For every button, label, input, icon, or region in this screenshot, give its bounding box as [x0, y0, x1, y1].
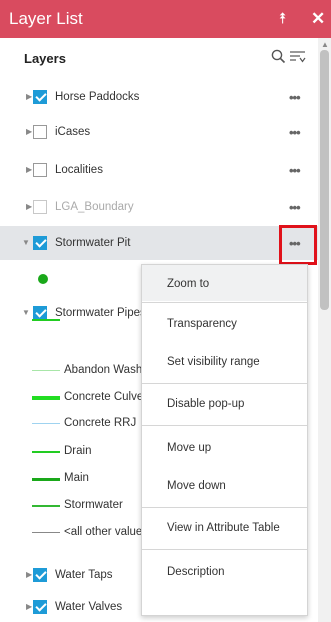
layer-name: Horse Paddocks [55, 91, 140, 103]
menu-divider [142, 549, 307, 550]
layer-checkbox[interactable] [33, 163, 47, 177]
menu-item-transparency[interactable]: Transparency [142, 309, 307, 339]
legend-label: Main [64, 472, 89, 484]
highlight-box [279, 225, 317, 265]
menu-item-move-down[interactable]: Move down [142, 471, 307, 501]
menu-divider [142, 425, 307, 426]
layer-checkbox[interactable] [33, 200, 47, 214]
more-options-icon[interactable]: ••• [289, 90, 301, 105]
layer-checkbox[interactable] [33, 125, 47, 139]
legend-item: Drain [32, 443, 142, 461]
caret-right-icon[interactable]: ▶ [26, 570, 32, 579]
caret-down-icon[interactable]: ▼ [22, 238, 30, 247]
legend-item: Main [32, 470, 142, 488]
layer-row[interactable]: ▶ iCases ••• [0, 117, 318, 147]
more-options-icon[interactable]: ••• [289, 200, 301, 215]
caret-right-icon[interactable]: ▶ [26, 165, 32, 174]
layer-name: Water Taps [55, 569, 113, 581]
layer-checkbox[interactable] [33, 236, 47, 250]
layer-name: Stormwater Pipes [55, 307, 146, 319]
legend-item: Concrete RRJ [32, 415, 142, 433]
filter-icon[interactable] [290, 50, 306, 64]
layer-name: LGA_Boundary [55, 201, 134, 213]
legend-item: Stormwater [32, 497, 142, 515]
legend-item: Concrete Culve [32, 389, 144, 407]
menu-item-zoom-to[interactable]: Zoom to [142, 265, 307, 301]
legend-line-swatch [32, 319, 60, 321]
layer-row[interactable]: ▶ Localities ••• [0, 155, 318, 185]
legend-line-swatch [32, 505, 60, 507]
menu-divider [142, 383, 307, 384]
layer-context-menu: Zoom to Transparency Set visibility rang… [141, 264, 308, 616]
caret-right-icon[interactable]: ▶ [26, 127, 32, 136]
layer-checkbox[interactable] [33, 90, 47, 104]
legend-line-swatch [32, 478, 60, 481]
layer-name: iCases [55, 126, 91, 138]
panel-titlebar: Layer List ⯭︎ ✕ [0, 0, 331, 38]
legend-line-swatch [32, 451, 60, 453]
layer-name: Water Valves [55, 601, 123, 613]
legend-item [32, 311, 62, 329]
menu-divider [142, 302, 307, 303]
close-icon[interactable]: ✕ [311, 8, 325, 30]
legend-label: Abandon Wash [64, 364, 143, 376]
layers-heading: Layers [24, 51, 66, 66]
layer-row[interactable]: ▶ LGA_Boundary ••• [0, 192, 318, 222]
legend-line-swatch [32, 423, 60, 424]
legend-item: <all other value [32, 524, 142, 542]
caret-right-icon[interactable]: ▶ [26, 92, 32, 101]
legend-label: Concrete RRJ [64, 417, 137, 429]
legend-item: Abandon Wash [32, 362, 142, 380]
menu-item-move-up[interactable]: Move up [142, 433, 307, 463]
legend-line-swatch [32, 532, 60, 533]
more-options-icon[interactable]: ••• [289, 163, 301, 178]
menu-item-disable-popup[interactable]: Disable pop-up [142, 389, 307, 419]
caret-right-icon[interactable]: ▶ [26, 202, 32, 211]
legend-label: Drain [64, 445, 92, 457]
legend-label: <all other value [64, 526, 143, 538]
menu-divider [142, 507, 307, 508]
menu-item-attribute-table[interactable]: View in Attribute Table [142, 513, 307, 543]
legend-line-swatch [32, 370, 60, 371]
more-options-icon[interactable]: ••• [289, 125, 301, 140]
layer-checkbox[interactable] [33, 568, 47, 582]
layers-header: Layers [0, 38, 318, 80]
menu-item-visibility-range[interactable]: Set visibility range [142, 347, 307, 377]
legend-symbol-point [38, 274, 48, 284]
legend-label: Stormwater [64, 499, 123, 511]
caret-right-icon[interactable]: ▶ [26, 602, 32, 611]
menu-item-description[interactable]: Description [142, 557, 307, 587]
layer-checkbox[interactable] [33, 600, 47, 614]
caret-down-icon[interactable]: ▼ [22, 308, 30, 317]
layer-name: Localities [55, 164, 103, 176]
layer-row[interactable]: ▶ Horse Paddocks ••• [0, 82, 318, 112]
layer-name: Stormwater Pit [55, 237, 131, 249]
layer-row-selected[interactable]: ▼ Stormwater Pit ••• [0, 226, 318, 260]
legend-line-swatch [32, 396, 60, 400]
chevrons-up-icon[interactable]: ⯭︎ [278, 9, 287, 29]
search-icon[interactable] [271, 49, 286, 64]
legend-label: Concrete Culve [64, 391, 144, 403]
panel-title: Layer List [9, 9, 83, 28]
